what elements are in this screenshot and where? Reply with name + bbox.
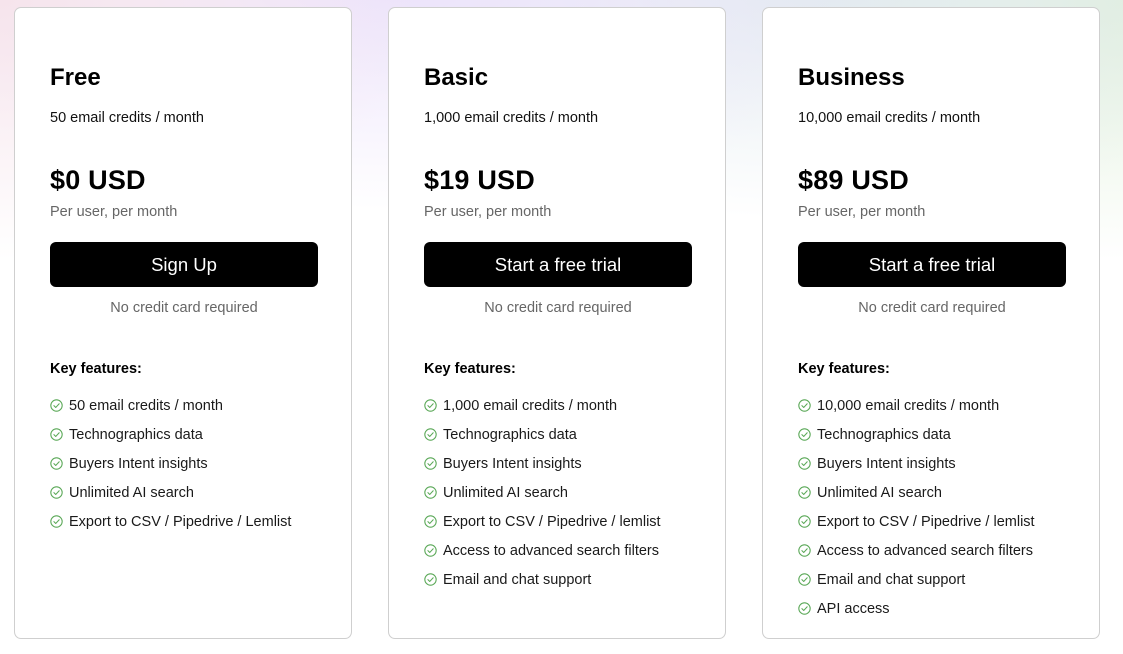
circle-check-icon	[798, 486, 811, 499]
feature-label: Buyers Intent insights	[817, 455, 956, 472]
feature-item: Buyers Intent insights	[798, 449, 1064, 478]
circle-check-icon	[424, 428, 437, 441]
feature-label: Access to advanced search filters	[443, 542, 659, 559]
feature-item: Export to CSV / Pipedrive / Lemlist	[50, 507, 316, 536]
feature-label: Buyers Intent insights	[443, 455, 582, 472]
feature-item: Unlimited AI search	[798, 478, 1064, 507]
feature-list: 1,000 email credits / month Technographi…	[424, 391, 690, 594]
start-free-trial-button[interactable]: Start a free trial	[424, 242, 692, 287]
plan-credits: 10,000 email credits / month	[798, 110, 981, 126]
feature-item: Export to CSV / Pipedrive / lemlist	[798, 507, 1064, 536]
features-heading: Key features:	[50, 361, 142, 377]
feature-item: Access to advanced search filters	[798, 536, 1064, 565]
feature-label: 10,000 email credits / month	[817, 397, 1000, 414]
plan-credits: 50 email credits / month	[50, 110, 204, 126]
plan-name: Basic	[424, 64, 489, 91]
circle-check-icon	[424, 399, 437, 412]
circle-check-icon	[424, 515, 437, 528]
feature-label: Technographics data	[443, 426, 577, 443]
plan-credits: 1,000 email credits / month	[424, 110, 599, 126]
feature-label: Technographics data	[69, 426, 203, 443]
start-free-trial-button[interactable]: Start a free trial	[798, 242, 1066, 287]
feature-label: API access	[817, 600, 890, 617]
feature-label: Technographics data	[817, 426, 951, 443]
feature-item: 1,000 email credits / month	[424, 391, 690, 420]
feature-item: Access to advanced search filters	[424, 536, 690, 565]
no-credit-card-note: No credit card required	[110, 300, 258, 316]
plan-card-free: Free 50 email credits / month $0 USD Per…	[14, 7, 352, 639]
circle-check-icon	[798, 573, 811, 586]
feature-label: 1,000 email credits / month	[443, 397, 618, 414]
feature-item: Technographics data	[424, 420, 690, 449]
circle-check-icon	[424, 486, 437, 499]
feature-item: 50 email credits / month	[50, 391, 316, 420]
circle-check-icon	[798, 544, 811, 557]
plan-price: $19 USD	[424, 165, 535, 195]
circle-check-icon	[798, 602, 811, 615]
feature-label: Email and chat support	[817, 571, 966, 588]
feature-item: 10,000 email credits / month	[798, 391, 1064, 420]
feature-item: Email and chat support	[424, 565, 690, 594]
circle-check-icon	[798, 399, 811, 412]
plan-card-business: Business 10,000 email credits / month $8…	[762, 7, 1100, 639]
plan-card-basic: Basic 1,000 email credits / month $19 US…	[388, 7, 726, 639]
circle-check-icon	[50, 515, 63, 528]
circle-check-icon	[424, 457, 437, 470]
features-heading: Key features:	[798, 361, 890, 377]
feature-item: Email and chat support	[798, 565, 1064, 594]
feature-item: Unlimited AI search	[50, 478, 316, 507]
feature-label: Access to advanced search filters	[817, 542, 1033, 559]
feature-item: Buyers Intent insights	[50, 449, 316, 478]
plan-price: $0 USD	[50, 165, 146, 195]
plan-price: $89 USD	[798, 165, 909, 195]
plan-name: Free	[50, 64, 101, 91]
sign-up-button[interactable]: Sign Up	[50, 242, 318, 287]
price-note: Per user, per month	[798, 204, 926, 220]
circle-check-icon	[798, 457, 811, 470]
circle-check-icon	[798, 515, 811, 528]
no-credit-card-note: No credit card required	[484, 300, 632, 316]
pricing-plans: Free 50 email credits / month $0 USD Per…	[14, 7, 1100, 639]
price-note: Per user, per month	[424, 204, 552, 220]
circle-check-icon	[50, 486, 63, 499]
feature-list: 50 email credits / month Technographics …	[50, 391, 316, 536]
price-note: Per user, per month	[50, 204, 178, 220]
feature-item: Export to CSV / Pipedrive / lemlist	[424, 507, 690, 536]
feature-label: Unlimited AI search	[69, 484, 194, 501]
features-heading: Key features:	[424, 361, 516, 377]
feature-item: Technographics data	[50, 420, 316, 449]
feature-item: Buyers Intent insights	[424, 449, 690, 478]
feature-label: Export to CSV / Pipedrive / lemlist	[443, 513, 661, 530]
feature-item: Technographics data	[798, 420, 1064, 449]
circle-check-icon	[50, 428, 63, 441]
feature-label: Email and chat support	[443, 571, 592, 588]
plan-name: Business	[798, 64, 905, 91]
feature-item: API access	[798, 594, 1064, 623]
circle-check-icon	[50, 399, 63, 412]
circle-check-icon	[798, 428, 811, 441]
circle-check-icon	[50, 457, 63, 470]
feature-label: Buyers Intent insights	[69, 455, 208, 472]
feature-label: Unlimited AI search	[443, 484, 568, 501]
circle-check-icon	[424, 544, 437, 557]
feature-label: Unlimited AI search	[817, 484, 942, 501]
circle-check-icon	[424, 573, 437, 586]
no-credit-card-note: No credit card required	[858, 300, 1006, 316]
feature-list: 10,000 email credits / month Technograph…	[798, 391, 1064, 623]
feature-label: 50 email credits / month	[69, 397, 223, 414]
feature-item: Unlimited AI search	[424, 478, 690, 507]
feature-label: Export to CSV / Pipedrive / lemlist	[817, 513, 1035, 530]
feature-label: Export to CSV / Pipedrive / Lemlist	[69, 513, 292, 530]
